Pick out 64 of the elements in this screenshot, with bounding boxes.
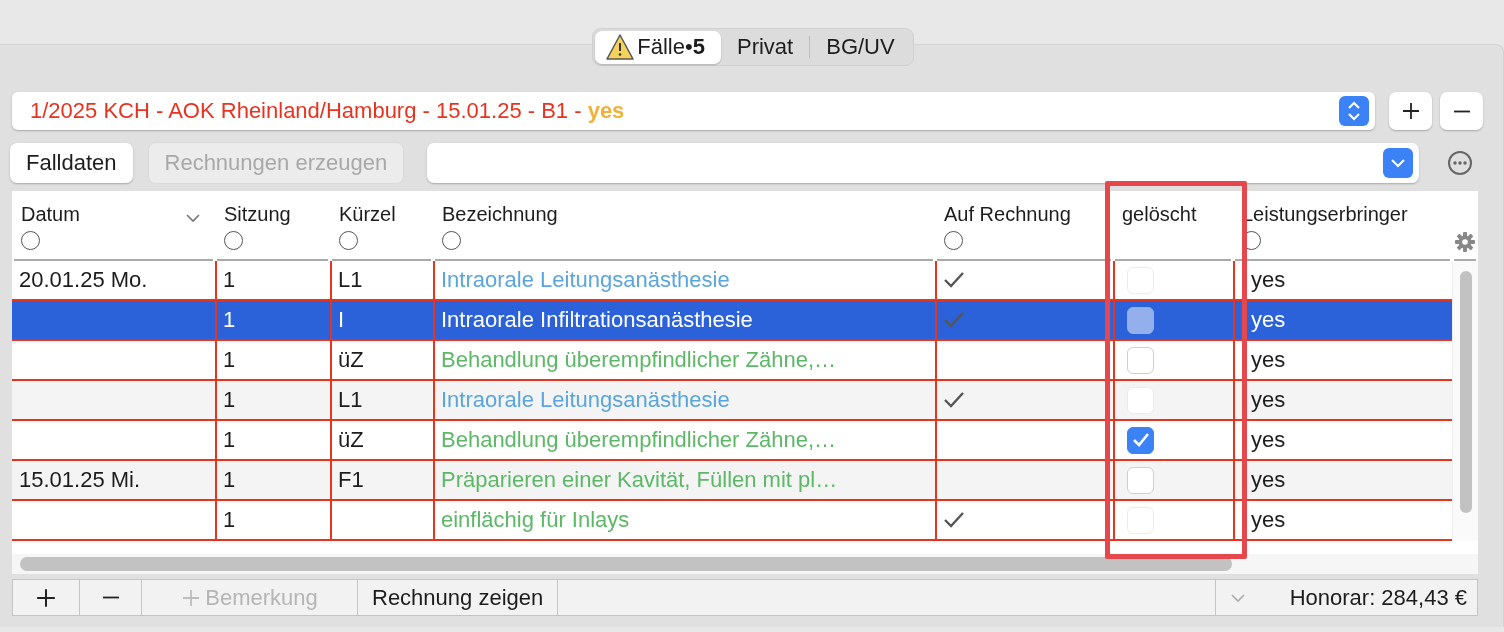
header-label: gelöscht	[1122, 203, 1197, 226]
table-cell: Behandlung überempfindlicher Zähne,…	[433, 421, 935, 461]
table-cell: yes	[1233, 381, 1452, 421]
header-label: Sitzung	[224, 203, 291, 226]
header-label: Leistungserbringer	[1242, 203, 1408, 226]
checkmark-icon	[943, 511, 965, 529]
total-popup[interactable]: Honorar: 284,43 €	[1214, 580, 1477, 615]
header-label: Auf Rechnung	[944, 203, 1071, 226]
plus-icon	[1400, 101, 1421, 121]
table-cell: Intraorale Leitungsanästhesie	[433, 261, 935, 301]
chevron-down-icon	[185, 213, 201, 223]
checkbox[interactable]	[1127, 426, 1154, 454]
vertical-scrollbar[interactable]	[1452, 261, 1478, 541]
horizontal-scrollbar[interactable]	[12, 554, 1478, 574]
table-cell: Behandlung überempfindlicher Zähne,…	[433, 341, 935, 381]
table-cell: yes	[1233, 261, 1452, 301]
table-cell: 15.01.25 Mi.	[12, 461, 215, 501]
table-cell: Intraorale Leitungsanästhesie	[433, 381, 935, 421]
checkbox[interactable]	[1127, 466, 1154, 494]
table-cell: 1	[215, 301, 330, 341]
table-cell: F1	[330, 461, 433, 501]
checkmark-icon	[943, 271, 965, 289]
table-cell: 1	[215, 461, 330, 501]
checkmark-icon	[943, 391, 965, 409]
minus-icon	[1451, 109, 1472, 113]
tab[interactable]: Privat	[720, 30, 810, 64]
table-cell: yes	[1233, 461, 1452, 501]
header-label: Kürzel	[339, 203, 396, 226]
table-cell: einflächig für Inlays	[433, 501, 935, 541]
table-cell: 1	[215, 501, 330, 541]
table-cell: yes	[1233, 301, 1452, 341]
table-cell: yes	[1233, 341, 1452, 381]
header-label: Datum	[21, 203, 80, 226]
warning-icon	[605, 33, 636, 61]
checkmark-icon	[1131, 432, 1150, 448]
table-cell: 1	[215, 341, 330, 381]
table-cell: yes	[1233, 501, 1452, 541]
chevron-down-icon	[1229, 592, 1246, 603]
table-cell: Präparieren einer Kavität, Füllen mit pl…	[433, 461, 935, 501]
table-cell: L1	[330, 261, 433, 301]
table-cell: 1	[215, 261, 330, 301]
table-cell: üZ	[330, 341, 433, 381]
checkbox[interactable]	[1127, 346, 1154, 374]
remove-button[interactable]	[1440, 92, 1483, 130]
plus-icon	[181, 587, 202, 608]
more-icon[interactable]	[1447, 150, 1473, 176]
dropdown-field[interactable]	[427, 143, 1419, 183]
table-cell: 1	[215, 381, 330, 421]
stepper-icon	[1339, 96, 1369, 126]
table-cell: 1	[215, 421, 330, 461]
toolbar-button[interactable]: Falldaten	[10, 143, 133, 183]
tab[interactable]: Fälle•5	[595, 30, 721, 64]
header-label: Bezeichnung	[442, 203, 558, 226]
case-select[interactable]: 1/2025 KCH - AOK Rheinland/Hamburg - 15.01.25 - B1 - yes	[12, 92, 1375, 130]
table-cell: I	[330, 301, 433, 341]
table-cell: yes	[1233, 421, 1452, 461]
table-cell: üZ	[330, 421, 433, 461]
table-cell: Intraorale Infiltrationsanästhesie	[433, 301, 935, 341]
tab[interactable]: BG/UV	[810, 30, 911, 64]
add-button[interactable]	[1389, 92, 1432, 130]
table-cell: L1	[330, 381, 433, 421]
chevron-down-icon	[1383, 148, 1413, 178]
plus-icon	[35, 586, 57, 609]
checkmark-icon	[943, 311, 965, 329]
